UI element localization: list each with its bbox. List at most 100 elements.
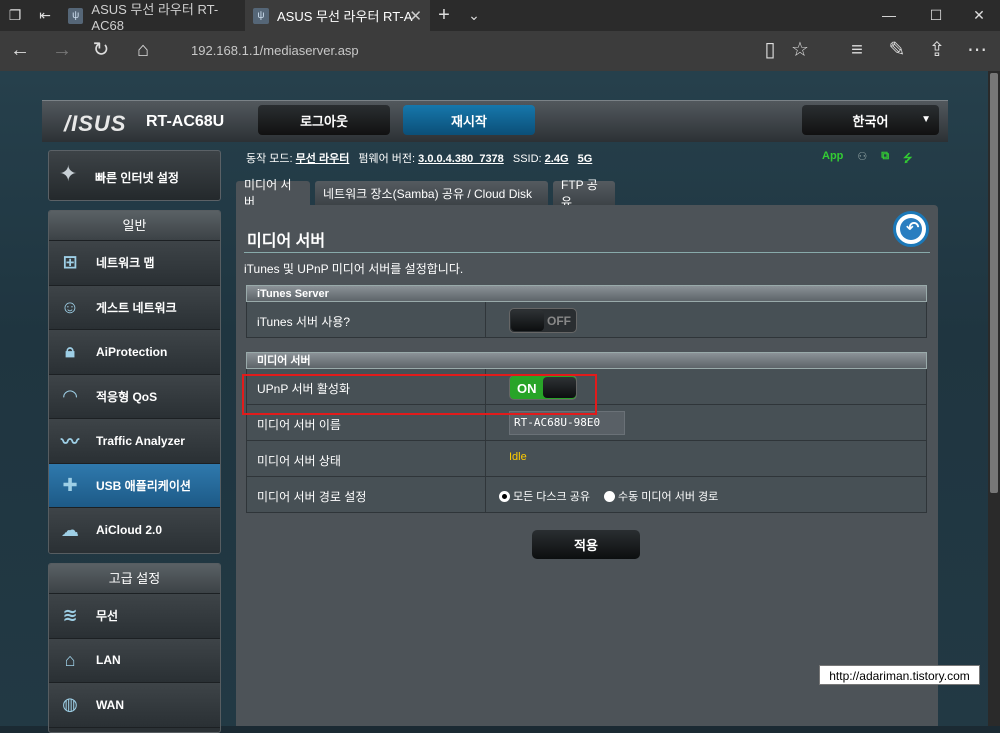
- advanced-menu: 고급 설정 ≋ 무선 ⌂ LAN ◍ WAN: [48, 563, 221, 733]
- logout-button[interactable]: 로그아웃: [258, 105, 390, 135]
- share-icon[interactable]: ⇪: [925, 40, 949, 60]
- asus-logo: /ISUS: [64, 111, 127, 136]
- refresh-icon[interactable]: ↻: [89, 40, 113, 60]
- app-link[interactable]: App: [822, 150, 843, 169]
- close-tab-icon[interactable]: ✕: [409, 7, 422, 25]
- sidebar-item-network-map[interactable]: ⊞ 네트워크 맵: [49, 241, 220, 286]
- sidebar-item-guest-network[interactable]: ☺ 게스트 네트워크: [49, 285, 220, 330]
- itunes-toggle[interactable]: OFF: [509, 308, 577, 333]
- usb-icon[interactable]: ⭍: [903, 150, 912, 169]
- favorite-star-icon[interactable]: ☆: [788, 40, 812, 60]
- hub-menu-icon[interactable]: ≡: [845, 40, 869, 60]
- router-header: /ISUS RT-AC68U 로그아웃 재시작 한국어 ▼: [42, 100, 948, 142]
- sidebar-item-aiprotection[interactable]: 🔒︎ AiProtection: [49, 330, 220, 375]
- ssid-label: SSID:: [512, 153, 542, 165]
- traffic-chart-icon: 〰: [61, 431, 79, 452]
- home-icon: ⌂: [64, 649, 76, 670]
- toggle-knob: [511, 310, 544, 331]
- page-title: 미디어 서버: [247, 233, 326, 250]
- tab-ftp-share[interactable]: FTP 공유: [553, 178, 615, 209]
- wifi-icon: ≋: [62, 605, 78, 626]
- browser-tab-1[interactable]: ψ ASUS 무선 라우터 RT-AC68: [60, 0, 245, 33]
- close-window-icon[interactable]: ✕: [970, 6, 988, 24]
- server-status-label: 미디어 서버 상태: [257, 454, 341, 468]
- sidebar-item-qos[interactable]: ◠ 적응형 QoS: [49, 374, 220, 419]
- path-radio-all-disks[interactable]: 모든 다스크 공유: [499, 488, 590, 504]
- tab-media-server[interactable]: 미디어 서버: [236, 178, 310, 209]
- globe-icon: ◍: [62, 694, 78, 715]
- more-icon[interactable]: ⋯: [965, 40, 989, 60]
- scroll-thumb[interactable]: [990, 73, 998, 493]
- firmware-label: 펌웨어 버전:: [358, 153, 416, 165]
- quick-setup-button[interactable]: ✦ 빠른 인터넷 설정: [48, 150, 221, 201]
- server-path-row: 미디어 서버 경로 설정 모든 다스크 공유 수동 미디어 서버 경로: [246, 477, 927, 513]
- pen-note-icon[interactable]: ✎: [885, 40, 909, 60]
- tab-title: ASUS 무선 라우터 RT-A: [277, 9, 413, 24]
- set-aside-tabs-icon[interactable]: ⇤: [36, 6, 54, 24]
- maximize-icon[interactable]: ☐: [927, 6, 945, 24]
- minimize-icon[interactable]: —: [880, 6, 898, 24]
- row-divider: [485, 441, 486, 476]
- clients-icon[interactable]: ⚇: [857, 150, 867, 169]
- ssid-5g-link[interactable]: 5G: [578, 153, 593, 165]
- home-icon[interactable]: ⌂: [131, 40, 155, 60]
- toggle-state: OFF: [547, 314, 571, 328]
- router-favicon: ψ: [68, 7, 84, 24]
- sidebar-item-usb-applications[interactable]: ✚ USB 애플리케이션: [49, 463, 220, 508]
- mode-label: 동작 모드:: [246, 153, 293, 165]
- cloud-icon: ☁: [61, 519, 79, 540]
- server-status-value: Idle: [509, 451, 527, 463]
- forward-arrow-icon[interactable]: →: [50, 40, 74, 60]
- browser-tab-2[interactable]: ψ ASUS 무선 라우터 RT-A ✕: [245, 0, 430, 31]
- reboot-button[interactable]: 재시작: [403, 105, 535, 135]
- advanced-menu-title: 고급 설정: [49, 564, 220, 594]
- sidebar-item-lan[interactable]: ⌂ LAN: [49, 638, 220, 683]
- path-radio-manual[interactable]: 수동 미디어 서버 경로: [604, 488, 718, 504]
- general-menu: 일반 ⊞ 네트워크 맵 ☺ 게스트 네트워크 🔒︎ AiProtection ◠ 적응형…: [48, 210, 221, 554]
- row-divider: [485, 477, 486, 512]
- url-field[interactable]: 192.168.1.1/mediaserver.asp: [191, 43, 359, 58]
- radio-label: 수동 미디어 서버 경로: [618, 491, 719, 503]
- radio-checked-icon: [499, 490, 510, 502]
- language-select[interactable]: 한국어 ▼: [802, 105, 939, 135]
- quick-setup-label: 빠른 인터넷 설정: [95, 171, 179, 185]
- back-button[interactable]: ↶: [893, 211, 929, 247]
- status-bar: 동작 모드: 무선 라우터 펌웨어 버전: 3.0.0.4.380_7378 S…: [246, 150, 592, 166]
- apply-button[interactable]: 적용: [532, 530, 640, 559]
- model-name: RT-AC68U: [146, 113, 225, 130]
- sidebar-item-aicloud[interactable]: ☁ AiCloud 2.0: [49, 508, 220, 553]
- language-value: 한국어: [852, 113, 889, 129]
- itunes-enable-label: iTunes 서버 사용?: [257, 315, 351, 329]
- address-bar: ← → ↻ ⌂ 192.168.1.1/mediaserver.asp ▯ ☆ …: [0, 31, 1000, 71]
- itunes-section-header: iTunes Server: [246, 285, 927, 302]
- radio-label: 모든 다스크 공유: [513, 491, 590, 503]
- firmware-link[interactable]: 3.0.0.4.380_7378: [418, 153, 504, 165]
- network-icon[interactable]: ⧉: [881, 150, 889, 169]
- tab-samba-share[interactable]: 네트워크 장소(Samba) 공유 / Cloud Disk: [315, 181, 548, 205]
- reading-view-icon[interactable]: ▯: [758, 40, 782, 60]
- sidebar-item-wan[interactable]: ◍ WAN: [49, 683, 220, 728]
- ssid-24g-link[interactable]: 2.4G: [545, 153, 569, 165]
- server-status-row: 미디어 서버 상태 Idle: [246, 441, 927, 477]
- sidebar-item-traffic-analyzer[interactable]: 〰 Traffic Analyzer: [49, 419, 220, 464]
- title-divider: [244, 252, 930, 253]
- content-panel: 미디어 서버 ↶ iTunes 및 UPnP 미디어 서버를 설정합니다. iT…: [236, 205, 938, 726]
- media-section-header: 미디어 서버: [246, 352, 927, 369]
- tab-list-chevron-icon[interactable]: ⌄: [465, 6, 483, 24]
- new-tab-icon[interactable]: +: [435, 5, 453, 25]
- itunes-enable-row: iTunes 서버 사용? OFF: [246, 302, 927, 338]
- sidebar-item-wireless[interactable]: ≋ 무선: [49, 594, 220, 639]
- network-map-icon: ⊞: [62, 252, 78, 273]
- page-scrollbar[interactable]: [988, 71, 1000, 726]
- guest-network-icon: ☺: [60, 296, 80, 317]
- status-icons: App ⚇ ⧉ ⭍: [822, 150, 912, 169]
- browser-tab-bar: ❐ ⇤ ψ ASUS 무선 라우터 RT-AC68 ψ ASUS 무선 라우터 …: [0, 0, 1000, 33]
- page-description: iTunes 및 UPnP 미디어 서버를 설정합니다.: [244, 262, 464, 276]
- back-arrow-icon: ↶: [906, 220, 920, 237]
- operation-mode-link[interactable]: 무선 라우터: [296, 153, 350, 165]
- router-favicon: ψ: [253, 7, 269, 24]
- tab-actions-icon[interactable]: ❐: [6, 6, 24, 24]
- back-arrow-icon[interactable]: ←: [8, 40, 32, 60]
- dropdown-arrow-icon: ▼: [921, 114, 931, 125]
- watermark: http://adariman.tistory.com: [819, 665, 980, 685]
